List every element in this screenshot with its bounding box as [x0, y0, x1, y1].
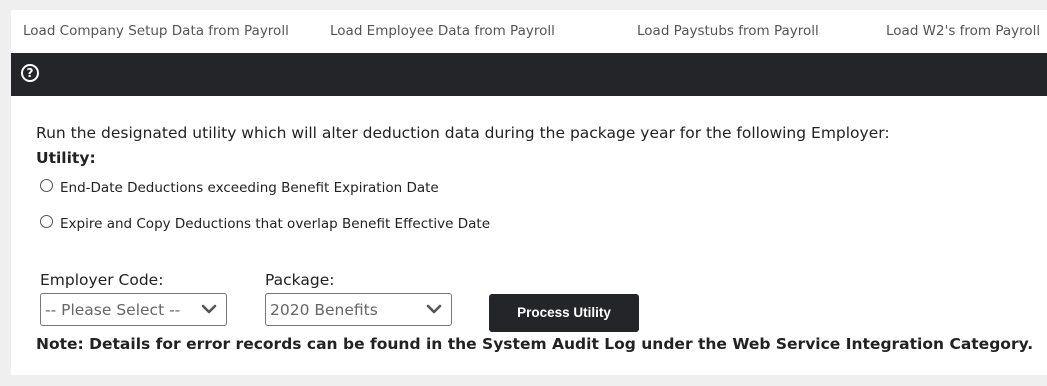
radio-expire-copy-deductions[interactable] [40, 214, 53, 228]
employer-code-label: Employer Code: [40, 271, 164, 289]
package-label: Package: [265, 271, 335, 289]
chevron-down-icon [201, 304, 217, 314]
toolbar: ? [11, 53, 1047, 96]
option-label: End-Date Deductions exceeding Benefit Ex… [60, 180, 439, 196]
employer-code-value: -- Please Select -- [45, 301, 181, 319]
help-icon[interactable]: ? [21, 64, 39, 82]
chevron-down-icon [426, 304, 442, 314]
utility-label: Utility: [36, 149, 96, 167]
package-value: 2020 Benefits [270, 301, 378, 319]
error-records-note: Note: Details for error records can be f… [36, 335, 1034, 353]
package-select[interactable]: 2020 Benefits [265, 293, 452, 326]
tab-load-w2s[interactable]: Load W2's from Payroll [886, 23, 1040, 39]
employer-code-select[interactable]: -- Please Select -- [40, 293, 227, 326]
radio-end-date-deductions[interactable] [40, 178, 53, 192]
utility-panel: Load Company Setup Data from Payroll Loa… [11, 10, 1047, 375]
utility-description: Run the designated utility which will al… [36, 124, 890, 142]
tab-load-company-setup[interactable]: Load Company Setup Data from Payroll [23, 23, 289, 39]
tab-load-employee-data[interactable]: Load Employee Data from Payroll [330, 23, 555, 39]
tab-load-paystubs[interactable]: Load Paystubs from Payroll [637, 23, 819, 39]
option-end-date-deductions[interactable]: End-Date Deductions exceeding Benefit Ex… [40, 178, 439, 196]
tab-bar: Load Company Setup Data from Payroll Loa… [11, 10, 1047, 53]
process-utility-button[interactable]: Process Utility [489, 294, 639, 332]
option-label: Expire and Copy Deductions that overlap … [60, 216, 491, 232]
option-expire-copy-deductions[interactable]: Expire and Copy Deductions that overlap … [40, 214, 491, 232]
